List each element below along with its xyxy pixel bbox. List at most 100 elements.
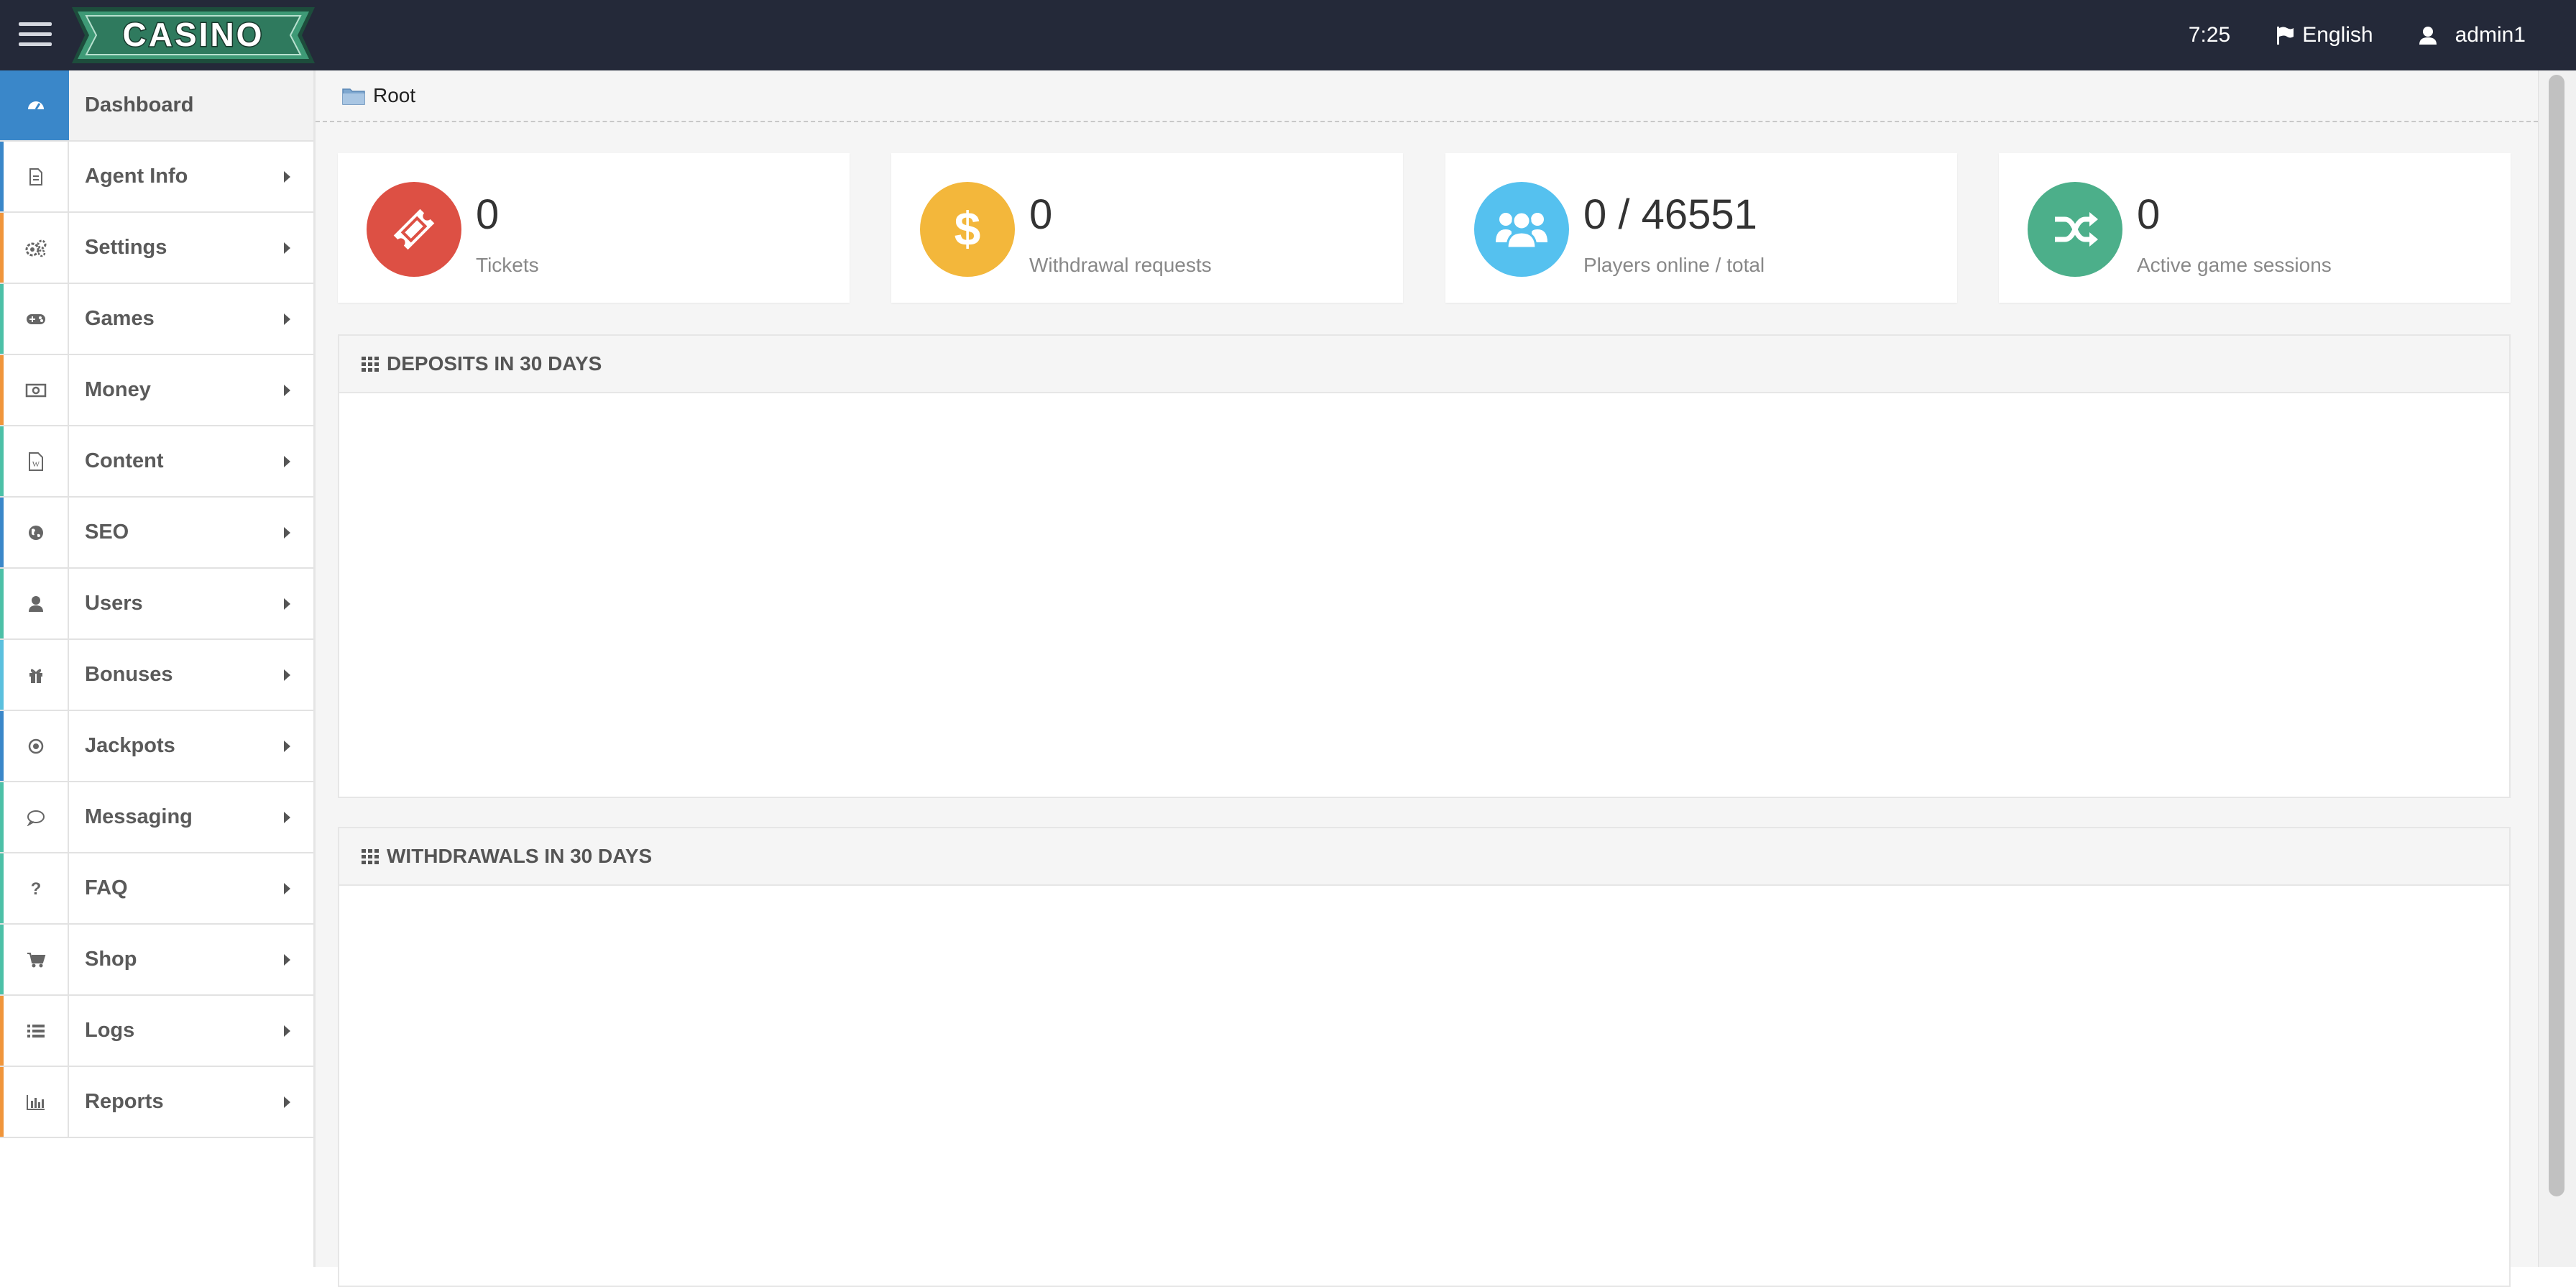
caret-right-icon <box>284 455 290 467</box>
sidebar-item-shop[interactable]: Shop <box>0 925 313 996</box>
svg-text:?: ? <box>30 879 41 898</box>
panel-header: WITHDRAWALS IN 30 DAYS <box>339 828 2509 886</box>
clock: 7:25 <box>2189 23 2230 47</box>
user-menu[interactable]: admin1 <box>2418 23 2526 47</box>
list-icon <box>27 1024 45 1038</box>
logo-text: CASINO <box>123 16 264 53</box>
shuffle-icon <box>2055 212 2098 247</box>
sidebar-item-label: Bonuses <box>85 663 173 686</box>
sidebar-accent <box>0 213 69 283</box>
panel-title: WITHDRAWALS IN 30 DAYS <box>387 845 653 867</box>
sidebar-accent: W <box>0 426 69 496</box>
sidebar-item-logs[interactable]: Logs <box>0 996 313 1067</box>
stat-caption: Tickets <box>476 254 539 276</box>
stat-caption: Players online / total <box>1583 254 1765 276</box>
sidebar-accent <box>0 70 69 140</box>
sidebar-item-label: Dashboard <box>85 93 194 116</box>
caret-right-icon <box>284 313 290 325</box>
stat-value: 0 / 46551 <box>1583 191 1757 238</box>
sidebar-item-label: Games <box>85 307 155 330</box>
ticket-icon <box>393 209 435 250</box>
casino-logo[interactable]: CASINO <box>72 4 315 66</box>
word-file-icon: W <box>28 452 43 471</box>
stat-card-withdrawal-requests[interactable]: $ 0 Withdrawal requests <box>891 153 1403 303</box>
sidebar-item-label: FAQ <box>85 876 128 899</box>
stat-value: 0 <box>1029 191 1053 238</box>
panel-title: DEPOSITS IN 30 DAYS <box>387 352 602 375</box>
sidebar-item-label: Jackpots <box>85 734 175 757</box>
user-icon <box>2419 27 2437 45</box>
sidebar-accent <box>0 498 69 567</box>
sidebar-accent <box>0 711 69 781</box>
sidebar-accent: ? <box>0 853 69 923</box>
sidebar-item-label: Agent Info <box>85 165 188 188</box>
stat-icon-circle: $ <box>920 182 1015 277</box>
caret-right-icon <box>284 953 290 966</box>
sidebar-item-settings[interactable]: Settings <box>0 213 313 284</box>
sidebar-accent <box>0 782 69 852</box>
panel-header: DEPOSITS IN 30 DAYS <box>339 336 2509 393</box>
caret-right-icon <box>284 882 290 894</box>
sidebar-accent <box>0 355 69 425</box>
caret-right-icon <box>284 170 290 183</box>
breadcrumb-root-link[interactable]: Root <box>373 84 415 107</box>
sidebar-item-label: Users <box>85 592 143 615</box>
sidebar-item-faq[interactable]: ? FAQ <box>0 853 313 925</box>
sidebar-item-dashboard[interactable]: Dashboard <box>0 70 313 142</box>
stat-icon-circle <box>2028 182 2122 277</box>
stat-value: 0 <box>476 191 500 238</box>
sidebar-item-label: Reports <box>85 1090 164 1113</box>
user-icon <box>28 595 43 612</box>
sidebar-item-money[interactable]: Money <box>0 355 313 426</box>
cogs-icon <box>25 239 46 257</box>
stat-card-game-sessions[interactable]: 0 Active game sessions <box>1999 153 2511 303</box>
page-scrollbar[interactable] <box>2538 70 2576 1267</box>
question-icon: ? <box>30 879 41 898</box>
cart-icon <box>27 952 45 967</box>
stat-icon-circle <box>367 182 461 277</box>
withdrawals-panel: WITHDRAWALS IN 30 DAYS <box>338 827 2511 1287</box>
stat-value: 0 <box>2137 191 2161 238</box>
folder-icon <box>342 88 365 105</box>
svg-text:$: $ <box>954 202 981 255</box>
sidebar-item-content[interactable]: W Content <box>0 426 313 498</box>
sidebar-accent <box>0 996 69 1066</box>
scrollbar-thumb[interactable] <box>2549 75 2564 1196</box>
language-label: English <box>2302 23 2373 47</box>
sidebar-item-reports[interactable]: Reports <box>0 1067 313 1138</box>
stat-caption: Withdrawal requests <box>1029 254 1212 276</box>
sidebar-item-bonuses[interactable]: Bonuses <box>0 640 313 711</box>
sidebar-item-games[interactable]: Games <box>0 284 313 355</box>
stat-card-players[interactable]: 0 / 46551 Players online / total <box>1445 153 1957 303</box>
caret-right-icon <box>284 1025 290 1037</box>
caret-right-icon <box>284 740 290 752</box>
dashboard-icon <box>27 101 44 110</box>
grid-icon <box>362 849 379 864</box>
svg-text:W: W <box>32 460 40 469</box>
caret-right-icon <box>284 526 290 539</box>
sidebar-item-agent-info[interactable]: Agent Info <box>0 142 313 213</box>
gamepad-icon <box>26 313 45 324</box>
sidebar-item-label: Content <box>85 449 164 472</box>
top-navbar: CASINO 7:25 English admin1 <box>0 0 2576 70</box>
sidebar-item-seo[interactable]: SEO <box>0 498 313 569</box>
grid-icon <box>362 357 379 372</box>
menu-toggle-icon[interactable] <box>19 22 52 48</box>
sidebar-accent <box>0 640 69 710</box>
deposits-panel: DEPOSITS IN 30 DAYS <box>338 334 2511 798</box>
sidebar-item-label: Shop <box>85 948 137 971</box>
sidebar-item-messaging[interactable]: Messaging <box>0 782 313 853</box>
sidebar-item-users[interactable]: Users <box>0 569 313 640</box>
sidebar-item-label: Settings <box>85 236 167 259</box>
sidebar-accent <box>0 142 69 211</box>
caret-right-icon <box>284 669 290 681</box>
users-icon <box>1496 211 1547 249</box>
money-icon <box>25 383 46 397</box>
language-selector[interactable]: English <box>2275 23 2373 47</box>
stat-card-tickets[interactable]: 0 Tickets <box>338 153 850 303</box>
user-name: admin1 <box>2455 23 2526 47</box>
bar-chart-icon <box>26 1094 45 1110</box>
sidebar-item-jackpots[interactable]: Jackpots <box>0 711 313 782</box>
sidebar-item-label: Money <box>85 378 151 401</box>
caret-right-icon <box>284 811 290 823</box>
